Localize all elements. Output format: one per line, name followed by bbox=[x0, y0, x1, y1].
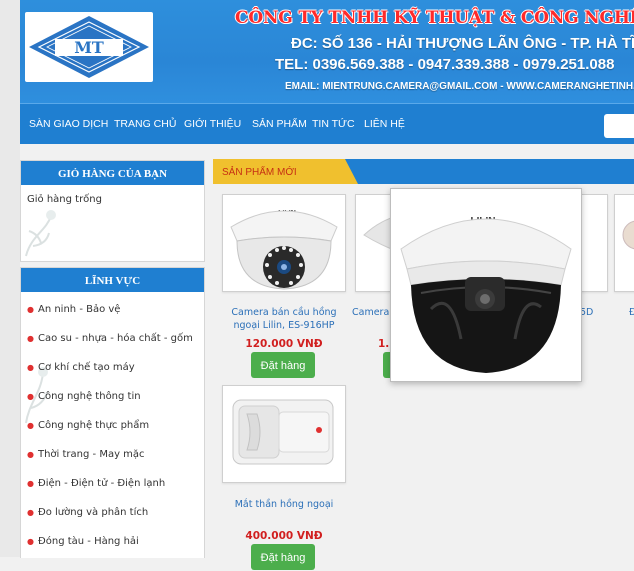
product-name[interactable]: Camera bán cầu hồng ngoại Lilin, ES-916H… bbox=[219, 306, 349, 332]
bullet-icon: ● bbox=[27, 334, 34, 343]
category-item[interactable]: ● Điện - Điện tử - Điện lạnh bbox=[27, 478, 165, 489]
nav-item-news[interactable]: TIN TỨC bbox=[312, 118, 355, 130]
motion-sensor-icon bbox=[232, 399, 334, 465]
company-phones: TEL: 0396.569.388 - 0947.339.388 - 0979.… bbox=[275, 56, 615, 73]
category-item[interactable]: ● Cao su - nhựa - hóa chất - gốm bbox=[27, 333, 193, 344]
logo-text: MT bbox=[74, 38, 104, 57]
category-item[interactable]: ● Công nghệ thực phẩm bbox=[27, 420, 149, 431]
product-image[interactable]: LILIN bbox=[222, 194, 346, 292]
product-name[interactable]: Camera bbox=[352, 306, 392, 319]
nav-item-home[interactable]: TRANG CHỦ bbox=[114, 118, 176, 130]
company-name: CÔNG TY TNHH KỸ THUẬT & CÔNG NGHỆ MIỀN T… bbox=[235, 8, 634, 28]
product-name[interactable]: 5D bbox=[580, 306, 600, 319]
main-nav: SÀN GIAO DỊCH TRANG CHỦ GIỚI THIỆU SẢN P… bbox=[20, 103, 634, 144]
bullet-icon: ● bbox=[27, 450, 34, 459]
nav-item-about[interactable]: GIỚI THIỆU bbox=[184, 118, 241, 130]
bullet-icon: ● bbox=[27, 421, 34, 430]
cart-title: GIỎ HÀNG CỦA BẠN bbox=[21, 161, 204, 185]
bullet-icon: ● bbox=[27, 508, 34, 517]
product-image[interactable] bbox=[614, 194, 634, 292]
product-name[interactable]: Mắt thần hồng ngoại bbox=[219, 498, 349, 511]
company-address: ĐC: SỐ 136 - HẢI THƯỢNG LÃN ÔNG - TP. HÀ… bbox=[291, 35, 634, 52]
site-header: MT CÔNG TY TNHH KỸ THUẬT & CÔNG NGHỆ MIỀ… bbox=[20, 0, 634, 103]
categories-box: LĨNH VỰC ● An ninh - Bảo vệ ● Cao su - nhự… bbox=[20, 267, 205, 558]
company-email: EMAIL: MIENTRUNG.CAMERA@GMAIL.COM - WWW.… bbox=[285, 81, 634, 92]
dome-camera-icon: LILIN bbox=[230, 210, 338, 290]
product-zoom-popup[interactable]: LILIN bbox=[390, 188, 582, 382]
nav-item-products[interactable]: SẢN PHẨM bbox=[252, 118, 307, 130]
product-price: 120.000 VNĐ bbox=[245, 338, 323, 350]
order-button[interactable]: Đặt hàng bbox=[251, 544, 315, 570]
bullet-icon: ● bbox=[27, 392, 34, 401]
bullet-icon: ● bbox=[27, 537, 34, 546]
nav-item-contact[interactable]: LIÊN HỆ bbox=[364, 118, 405, 130]
category-item[interactable]: ● Cơ khí chế tạo máy bbox=[27, 362, 135, 373]
company-logo[interactable]: MT bbox=[25, 12, 153, 82]
section-title: SẢN PHẨM MỚI bbox=[222, 167, 297, 178]
category-item[interactable]: ● Công nghệ thông tin bbox=[27, 391, 141, 402]
floral-decoration-icon bbox=[25, 210, 56, 257]
dome-camera-zoom-icon: LILIN bbox=[400, 216, 572, 373]
categories-title: LĨNH VỰC bbox=[21, 268, 204, 292]
product-name[interactable]: Đ bbox=[629, 306, 634, 319]
bullet-icon: ● bbox=[27, 479, 34, 488]
product-price: 400.000 VNĐ bbox=[245, 530, 323, 542]
bullet-icon: ● bbox=[27, 363, 34, 372]
logo-diamond-icon: MT bbox=[29, 16, 149, 78]
cart-box: GIỎ HÀNG CỦA BẠN Giỏ hàng trống bbox=[20, 160, 205, 262]
search-input[interactable] bbox=[604, 114, 634, 138]
category-item[interactable]: ● Đóng tàu - Hàng hải bbox=[27, 536, 139, 547]
nav-item-marketplace[interactable]: SÀN GIAO DỊCH bbox=[29, 118, 108, 130]
dome-camera-icon bbox=[622, 220, 634, 250]
order-button[interactable]: Đặt hàng bbox=[251, 352, 315, 378]
category-item[interactable]: ● Thời trang - May mặc bbox=[27, 449, 145, 460]
bullet-icon: ● bbox=[27, 305, 34, 314]
page-left-strip bbox=[0, 0, 20, 557]
category-item[interactable]: ● An ninh - Bảo vệ bbox=[27, 304, 120, 315]
product-image[interactable] bbox=[222, 385, 346, 483]
category-item[interactable]: ● Đo lường và phân tích bbox=[27, 507, 148, 518]
